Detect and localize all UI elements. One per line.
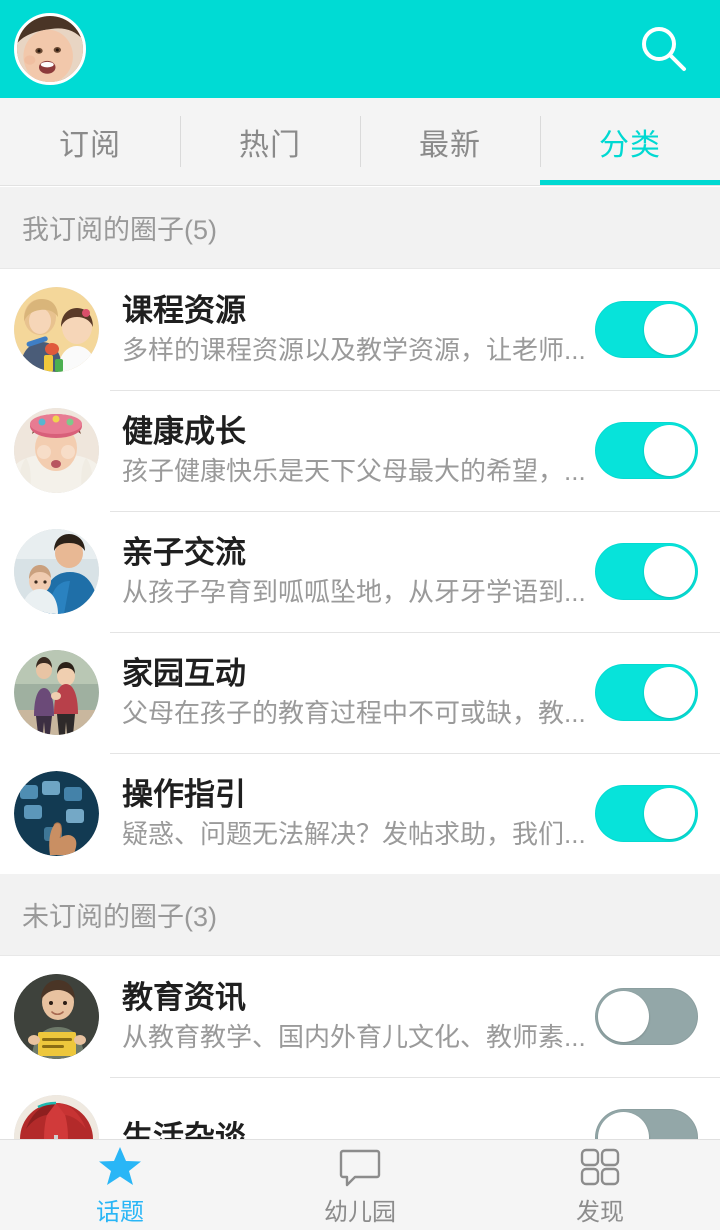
list-item[interactable]: 生活杂谈 xyxy=(0,1077,720,1139)
subscribe-toggle[interactable] xyxy=(595,988,698,1045)
app-header xyxy=(0,0,720,98)
toggle-knob xyxy=(644,667,695,718)
toggle-knob xyxy=(644,425,695,476)
search-button[interactable] xyxy=(632,17,696,81)
list-item-desc: 多样的课程资源以及教学资源，让老师... xyxy=(122,334,585,365)
nav-item-kindergarten[interactable]: 幼儿园 xyxy=(240,1140,480,1230)
tab-hot[interactable]: 热门 xyxy=(180,98,360,185)
toggle-knob xyxy=(644,546,695,597)
nav-item-topic[interactable]: 话题 xyxy=(0,1140,240,1230)
circle-thumbnail xyxy=(14,771,99,856)
circle-thumbnail xyxy=(14,974,99,1059)
section-header-label: 我订阅的圈子(5) xyxy=(22,215,217,245)
subscribe-toggle[interactable] xyxy=(595,422,698,479)
toggle-knob xyxy=(644,788,695,839)
father-baby-photo xyxy=(14,529,99,614)
star-icon xyxy=(98,1143,142,1187)
toggle-knob xyxy=(598,991,649,1042)
avatar-photo xyxy=(17,16,83,82)
list-item[interactable]: 亲子交流 从孩子孕育到呱呱坠地，从牙牙学语到... xyxy=(0,511,720,632)
subscribe-toggle[interactable] xyxy=(595,1109,698,1139)
list-item-title: 生活杂谈 xyxy=(122,1119,246,1140)
list-item-title: 亲子交流 xyxy=(122,534,246,570)
section-header-unsubscribed: 未订阅的圈子(3) xyxy=(0,874,720,956)
list-item-title: 课程资源 xyxy=(122,292,246,328)
circle-thumbnail xyxy=(14,529,99,614)
subscribe-toggle[interactable] xyxy=(595,785,698,842)
list-item-desc: 从教育教学、国内外育儿文化、教师素... xyxy=(122,1021,585,1052)
tab-label: 订阅 xyxy=(59,128,121,162)
app-root: 订阅 热门 最新 分类 我订阅的圈子(5) 课程资源 多样的课程资源以及教学资源… xyxy=(0,0,720,1230)
list-item-desc: 从孩子孕育到呱呱坠地，从牙牙学语到... xyxy=(122,576,585,607)
search-icon xyxy=(642,27,686,71)
nav-item-label: 话题 xyxy=(96,1199,144,1226)
list-item-text: 课程资源 多样的课程资源以及教学资源，让老师... xyxy=(122,291,585,369)
list-item-text: 生活杂谈 xyxy=(122,1118,585,1140)
teacher-child-photo xyxy=(14,287,99,372)
list-item[interactable]: 家园互动 父母在孩子的教育过程中不可或缺，教... xyxy=(0,632,720,753)
nav-item-label: 幼儿园 xyxy=(324,1199,396,1226)
list-item[interactable]: 操作指引 疑惑、问题无法解决？发帖求助，我们... xyxy=(0,753,720,874)
circle-thumbnail xyxy=(14,408,99,493)
list-item-desc: 孩子健康快乐是天下父母最大的希望，... xyxy=(122,455,585,486)
circle-thumbnail xyxy=(14,650,99,735)
tab-categories[interactable]: 分类 xyxy=(540,98,720,185)
nav-item-discover[interactable]: 发现 xyxy=(480,1140,720,1230)
subscribe-toggle[interactable] xyxy=(595,543,698,600)
list-item-title: 操作指引 xyxy=(122,776,246,812)
list-item-text: 亲子交流 从孩子孕育到呱呱坠地，从牙牙学语到... xyxy=(122,533,585,611)
toggle-knob xyxy=(644,304,695,355)
tab-label: 分类 xyxy=(599,128,661,162)
hand-touch-screen-photo xyxy=(14,771,99,856)
child-hat-photo xyxy=(14,408,99,493)
list-item[interactable]: 健康成长 孩子健康快乐是天下父母最大的希望，... xyxy=(0,390,720,511)
list-item-desc: 疑惑、问题无法解决？发帖求助，我们... xyxy=(122,818,585,849)
list-item-text: 家园互动 父母在孩子的教育过程中不可或缺，教... xyxy=(122,654,585,732)
circle-list-scroll[interactable]: 我订阅的圈子(5) 课程资源 多样的课程资源以及教学资源，让老师... 健康成长… xyxy=(0,187,720,1139)
tab-label: 热门 xyxy=(239,128,301,162)
parent-child-walk-photo xyxy=(14,650,99,735)
user-avatar[interactable] xyxy=(14,13,86,85)
list-item-title: 家园互动 xyxy=(122,655,246,691)
nav-item-label: 发现 xyxy=(576,1199,624,1226)
list-item-desc: 父母在孩子的教育过程中不可或缺，教... xyxy=(122,697,585,728)
category-tabbar: 订阅 热门 最新 分类 xyxy=(0,98,720,186)
section-header-label: 未订阅的圈子(3) xyxy=(22,902,217,932)
list-item-text: 操作指引 疑惑、问题无法解决？发帖求助，我们... xyxy=(122,775,585,853)
list-item-title: 教育资讯 xyxy=(122,979,246,1015)
tab-latest[interactable]: 最新 xyxy=(360,98,540,185)
grid-icon xyxy=(579,1143,621,1187)
circle-thumbnail xyxy=(14,1095,99,1139)
list-item-title: 健康成长 xyxy=(122,413,246,449)
list-item-text: 健康成长 孩子健康快乐是天下父母最大的希望，... xyxy=(122,412,585,490)
speech-bubble-icon xyxy=(339,1143,381,1187)
bottom-navigation: 话题 幼儿园 发现 xyxy=(0,1139,720,1230)
subscribe-toggle[interactable] xyxy=(595,301,698,358)
boy-learn-book-photo xyxy=(14,974,99,1059)
list-item[interactable]: 教育资讯 从教育教学、国内外育儿文化、教师素... xyxy=(0,956,720,1077)
tab-subscribed[interactable]: 订阅 xyxy=(0,98,180,185)
toggle-knob xyxy=(598,1112,649,1139)
circle-thumbnail xyxy=(14,287,99,372)
section-header-subscribed: 我订阅的圈子(5) xyxy=(0,187,720,269)
red-umbrella-photo xyxy=(14,1095,99,1139)
subscribe-toggle[interactable] xyxy=(595,664,698,721)
tab-label: 最新 xyxy=(419,128,481,162)
list-item[interactable]: 课程资源 多样的课程资源以及教学资源，让老师... xyxy=(0,269,720,390)
list-item-text: 教育资讯 从教育教学、国内外育儿文化、教师素... xyxy=(122,978,585,1056)
